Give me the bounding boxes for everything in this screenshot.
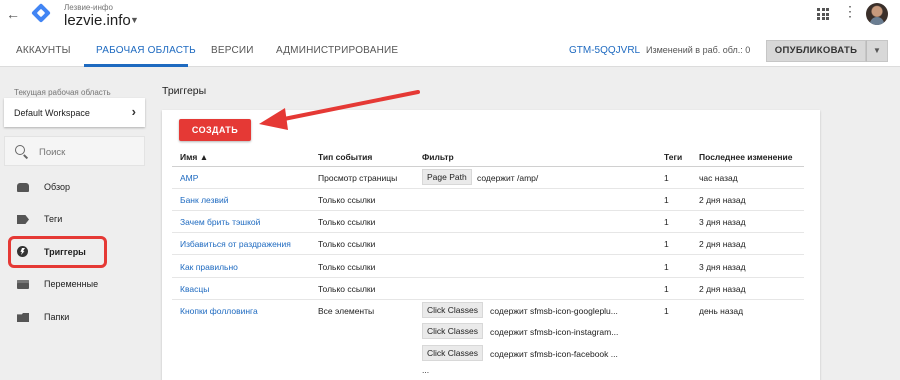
last-modified: час назад	[699, 173, 738, 183]
publish-menu-chevron-icon[interactable]: ▼	[866, 40, 888, 62]
filter-variable-chip: Click Classes	[422, 323, 484, 339]
gtm-logo-icon	[31, 3, 51, 23]
sidebar-item-tags[interactable]: Теги	[4, 205, 145, 233]
tab-workspace[interactable]: РАБОЧАЯ ОБЛАСТЬ	[96, 45, 196, 56]
publish-button[interactable]: ОПУБЛИКОВАТЬ	[766, 40, 866, 62]
tab-bar: АККАУНТЫ РАБОЧАЯ ОБЛАСТЬ ВЕРСИИ АДМИНИСТ…	[0, 35, 900, 67]
event-type: Только ссылки	[318, 262, 376, 272]
create-trigger-button[interactable]: СОЗДАТЬ	[179, 119, 251, 141]
folder-icon	[17, 313, 29, 322]
table-header-divider	[172, 166, 804, 167]
filter-condition: содержит sfmsb-icon-facebook ...	[490, 349, 618, 359]
workspace-changes: Изменений в раб. обл.: 0	[646, 45, 751, 55]
row-divider	[172, 232, 804, 233]
last-modified: 3 дня назад	[699, 217, 746, 227]
sidebar-item-folders[interactable]: Папки	[4, 303, 145, 331]
sidebar-search[interactable]	[4, 136, 145, 166]
tag-count: 1	[664, 195, 669, 205]
event-type: Только ссылки	[318, 195, 376, 205]
page-title: Триггеры	[162, 85, 207, 97]
filter-condition: содержит sfmsb-icon-instagram...	[490, 327, 619, 337]
trigger-name-link[interactable]: Кнопки фолловинга	[180, 306, 258, 316]
column-header-filter[interactable]: Фильтр	[422, 152, 454, 162]
workspace-label: Текущая рабочая область	[14, 88, 111, 97]
sidebar-item-label: Обзор	[44, 182, 70, 192]
last-modified: 2 дня назад	[699, 195, 746, 205]
container-id-link[interactable]: GTM-5QQJVRL	[569, 45, 640, 56]
trigger-name-link[interactable]: Как правильно	[180, 262, 238, 272]
trigger-name-link[interactable]: Избавиться от раздражения	[180, 239, 291, 249]
tag-count: 1	[664, 306, 669, 316]
workspace-name: Default Workspace	[14, 108, 90, 118]
annotation-highlight-box	[8, 236, 107, 268]
last-modified: 2 дня назад	[699, 284, 746, 294]
sidebar-item-label: Переменные	[44, 279, 99, 289]
chevron-right-icon: ›	[131, 104, 136, 119]
sidebar-item-overview[interactable]: Обзор	[4, 173, 145, 201]
trigger-name-link[interactable]: Банк лезвий	[180, 195, 229, 205]
event-type: Просмотр страницы	[318, 173, 398, 183]
row-divider	[172, 188, 804, 189]
search-icon	[15, 145, 25, 155]
tag-count: 1	[664, 284, 669, 294]
row-divider	[172, 277, 804, 278]
trigger-name-link[interactable]: Квасцы	[180, 284, 209, 294]
avatar[interactable]	[866, 3, 888, 25]
active-tab-indicator	[84, 64, 188, 67]
filter-variable-chip: Click Classes	[422, 302, 484, 318]
tag-count: 1	[664, 173, 669, 183]
sidebar-item-label: Теги	[44, 214, 63, 224]
row-divider	[172, 299, 804, 300]
event-type: Только ссылки	[318, 284, 376, 294]
filter-more-ellipsis: ...	[422, 365, 430, 375]
tag-icon	[17, 215, 29, 224]
column-header-last-modified[interactable]: Последнее изменение	[699, 152, 792, 162]
overview-icon	[17, 183, 29, 192]
workspace-selector[interactable]: Default Workspace ›	[4, 98, 145, 127]
tag-count: 1	[664, 262, 669, 272]
container-selector[interactable]: lezvie.info	[64, 12, 131, 29]
account-name: Лезвие-инфо	[64, 3, 113, 12]
apps-grid-icon[interactable]	[817, 8, 829, 20]
tag-count: 1	[664, 239, 669, 249]
row-divider	[172, 210, 804, 211]
tag-count: 1	[664, 217, 669, 227]
event-type: Все элементы	[318, 306, 375, 316]
arrow-back-icon[interactable]: ←	[6, 6, 20, 22]
trigger-name-link[interactable]: AMP	[180, 173, 198, 183]
filter-condition: содержит /amp/	[477, 173, 539, 183]
last-modified: 2 дня назад	[699, 239, 746, 249]
column-header-event-type[interactable]: Тип события	[318, 152, 372, 162]
sidebar-item-label: Папки	[44, 312, 70, 322]
last-modified: 3 дня назад	[699, 262, 746, 272]
event-type: Только ссылки	[318, 217, 376, 227]
tab-versions[interactable]: ВЕРСИИ	[211, 45, 254, 56]
filter-variable-chip: Click Classes	[422, 345, 484, 361]
tab-accounts[interactable]: АККАУНТЫ	[16, 45, 71, 56]
tab-admin[interactable]: АДМИНИСТРИРОВАНИЕ	[276, 45, 398, 56]
variables-icon	[17, 280, 29, 289]
more-vert-icon[interactable]: ⋮	[843, 4, 857, 18]
top-bar: ← Лезвие-инфо lezvie.info ▼ ⋮	[0, 0, 900, 35]
sort-ascending-icon: ▲	[199, 152, 209, 162]
event-type: Только ссылки	[318, 239, 376, 249]
trigger-name-link[interactable]: Зачем брить тэшкой	[180, 217, 260, 227]
annotation-arrow	[259, 90, 420, 130]
search-input[interactable]	[39, 145, 139, 159]
row-divider	[172, 254, 804, 255]
column-header-tags[interactable]: Теги	[664, 152, 682, 162]
filter-variable-chip: Page Path	[422, 169, 472, 185]
filter-condition: содержит sfmsb-icon-googleplu...	[490, 306, 618, 316]
last-modified: день назад	[699, 306, 744, 316]
caret-down-icon[interactable]: ▼	[130, 15, 139, 25]
column-header-name[interactable]: Имя ▲	[180, 152, 208, 162]
sidebar-item-variables[interactable]: Переменные	[4, 270, 145, 298]
